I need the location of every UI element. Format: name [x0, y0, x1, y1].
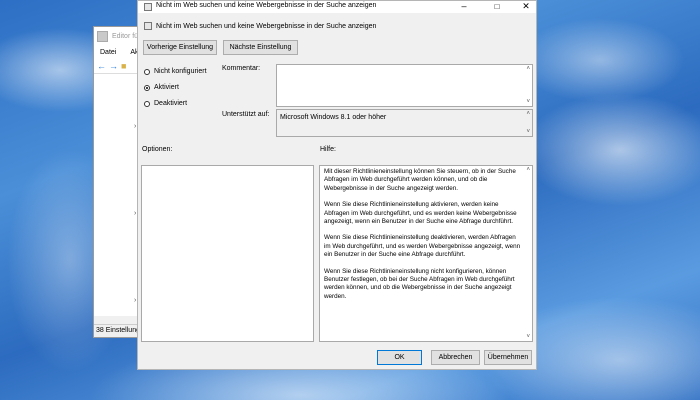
help-text: Mit dieser Richtlinieneinstellung können…	[324, 168, 524, 309]
menu-file[interactable]: Datei	[100, 49, 116, 56]
radio-disabled[interactable]: Deaktiviert	[144, 100, 187, 107]
supported-label: Unterstützt auf:	[222, 111, 270, 118]
options-panel	[141, 165, 314, 342]
help-paragraph: Wenn Sie diese Richtlinieneinstellung ak…	[324, 201, 517, 226]
radio-enabled[interactable]: Aktiviert	[144, 84, 179, 91]
comment-textarea[interactable]: ˄ ˅	[276, 64, 533, 107]
supported-on-field: Microsoft Windows 8.1 oder höher ˄ ˅	[276, 109, 533, 137]
dialog-title: Nicht im Web suchen und keine Webergebni…	[156, 2, 377, 9]
chevron-right-icon[interactable]: ›	[134, 297, 136, 304]
ok-button[interactable]: OK	[377, 350, 422, 365]
previous-setting-button[interactable]: Vorherige Einstellung	[143, 40, 217, 55]
next-setting-button[interactable]: Nächste Einstellung	[223, 40, 298, 55]
cancel-button[interactable]: Abbrechen	[431, 350, 480, 365]
radio-circle[interactable]	[144, 68, 150, 75]
help-label: Hilfe:	[320, 146, 336, 153]
back-arrow-icon[interactable]: ←	[97, 61, 106, 71]
help-panel[interactable]: Mit dieser Richtlinieneinstellung können…	[319, 165, 533, 342]
chevron-right-icon[interactable]: ›	[134, 123, 136, 130]
policy-dialog[interactable]: Nicht im Web suchen und keine Webergebni…	[137, 0, 537, 370]
maximize-icon[interactable]: □	[487, 1, 507, 13]
apply-button[interactable]: Übernehmen	[484, 350, 532, 365]
help-paragraph: Wenn Sie diese Richtlinieneinstellung ni…	[324, 267, 515, 300]
scroll-down-icon[interactable]: ˅	[526, 99, 530, 105]
scroll-up-icon[interactable]: ˄	[526, 66, 530, 72]
scroll-up-icon[interactable]: ˄	[526, 111, 530, 117]
help-paragraph: Wenn Sie diese Richtlinieneinstellung de…	[324, 234, 521, 259]
forward-arrow-icon[interactable]: →	[109, 61, 118, 71]
setting-header: Nicht im Web suchen und keine Webergebni…	[144, 22, 376, 30]
scroll-down-icon[interactable]: ˅	[526, 334, 530, 340]
radio-circle-selected[interactable]	[144, 84, 150, 91]
minimize-icon[interactable]: –	[454, 1, 474, 13]
folder-icon[interactable]: ■	[121, 61, 126, 71]
close-icon[interactable]: ✕	[516, 1, 536, 13]
comment-label: Kommentar:	[222, 65, 261, 72]
scroll-up-icon[interactable]: ˄	[526, 167, 530, 173]
editor-app-icon	[97, 30, 108, 42]
help-paragraph: Mit dieser Richtlinieneinstellung können…	[324, 168, 516, 192]
radio-not-configured[interactable]: Nicht konfiguriert	[144, 68, 207, 75]
options-label: Optionen:	[142, 146, 173, 153]
radio-circle[interactable]	[144, 100, 150, 107]
scroll-down-icon[interactable]: ˅	[526, 129, 530, 135]
supported-value: Microsoft Windows 8.1 oder höher	[280, 114, 387, 121]
title-bar[interactable]: Nicht im Web suchen und keine Webergebni…	[138, 1, 536, 13]
chevron-right-icon[interactable]: ›	[134, 210, 136, 217]
setting-name: Nicht im Web suchen und keine Webergebni…	[156, 22, 377, 30]
policy-icon	[144, 3, 152, 11]
setting-icon	[144, 22, 152, 30]
